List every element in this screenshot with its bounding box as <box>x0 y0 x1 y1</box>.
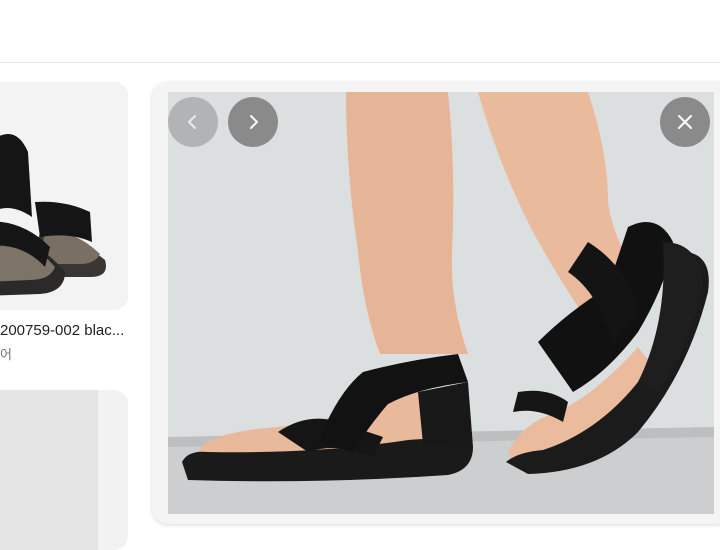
thumbnail-placeholder <box>0 390 98 550</box>
image-preview-panel <box>152 82 720 524</box>
result-title[interactable]: 200759-002 blac... <box>0 322 124 339</box>
result-source: 어 <box>0 347 12 362</box>
close-icon <box>678 115 692 129</box>
chevron-left-icon <box>188 115 196 129</box>
chevron-right-icon <box>250 115 258 129</box>
previous-image-button[interactable] <box>168 97 218 147</box>
result-thumbnail[interactable] <box>0 82 128 310</box>
preview-image <box>168 92 714 514</box>
top-bar <box>0 0 720 63</box>
sandal-thumbnail-image <box>0 82 128 310</box>
sandal-fragment-image <box>0 520 5 550</box>
result-thumbnail-2[interactable] <box>0 390 128 550</box>
close-preview-button[interactable] <box>660 97 710 147</box>
next-image-button[interactable] <box>228 97 278 147</box>
